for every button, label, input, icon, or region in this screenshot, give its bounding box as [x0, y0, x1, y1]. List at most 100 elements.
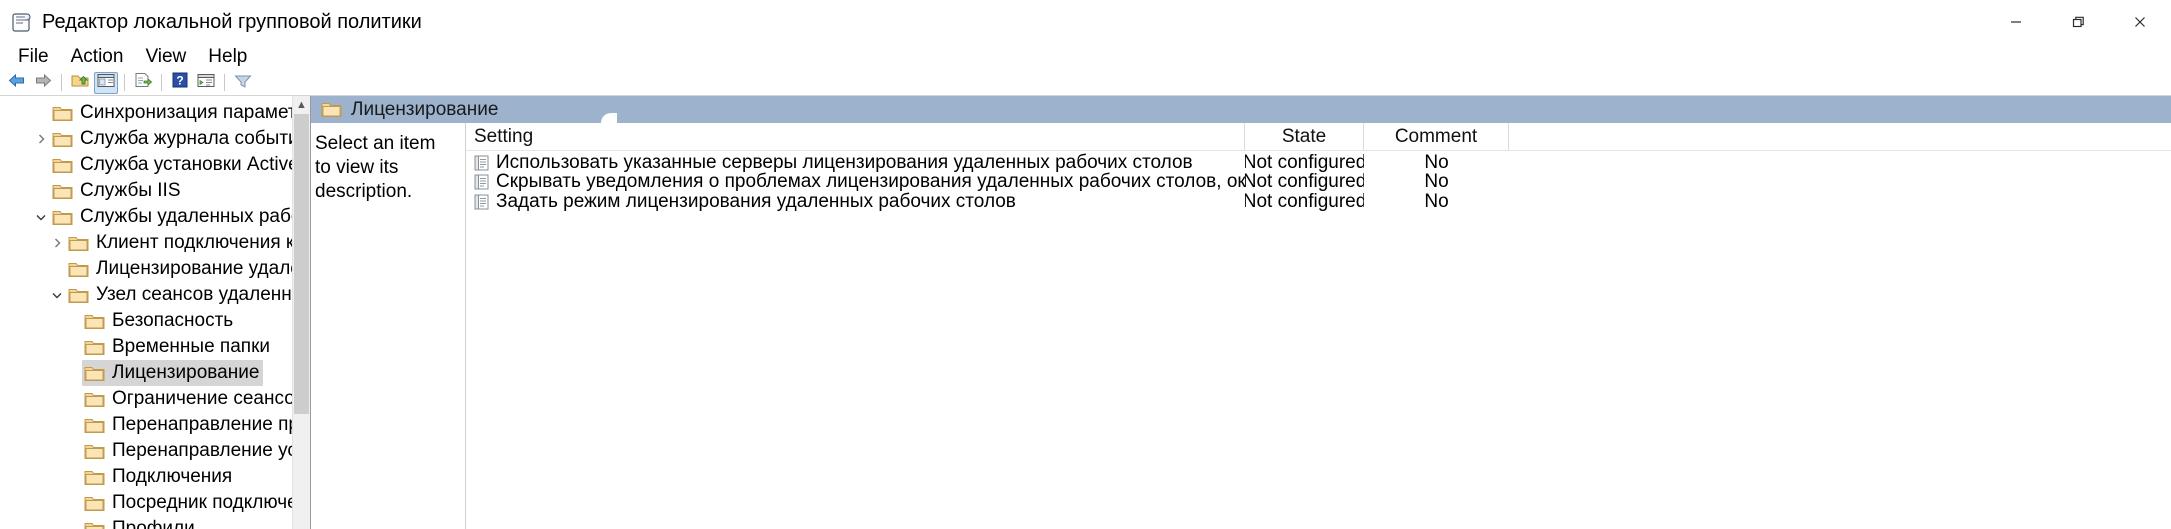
export-list-button[interactable] — [131, 72, 155, 94]
tree-item-content[interactable]: Клиент подключения к у — [66, 230, 310, 256]
menu-item-view[interactable]: View — [134, 44, 197, 70]
tree-item[interactable]: Синхронизация параметро — [0, 100, 310, 126]
tree-item[interactable]: Клиент подключения к у — [0, 230, 310, 256]
tree-item-content[interactable]: Лицензирование удален — [66, 256, 310, 282]
tree-item[interactable]: Ограничение сеансов — [0, 386, 310, 412]
tree-item[interactable]: Посредник подключе — [0, 490, 310, 516]
tree-item-content[interactable]: Ограничение сеансов — [82, 386, 309, 412]
tree-item[interactable]: Служба установки ActiveX — [0, 152, 310, 178]
tree-item-label: Перенаправление уст — [112, 440, 306, 461]
tree-item-content[interactable]: Узел сеансов удаленных — [66, 282, 310, 308]
close-button[interactable] — [2109, 0, 2171, 44]
show-hide-console-tree-button[interactable] — [94, 71, 118, 94]
description-pane: Select an item to view its description. — [311, 123, 466, 529]
menu-item-help[interactable]: Help — [197, 44, 258, 70]
tree-item[interactable]: Подключения — [0, 464, 310, 490]
tree-item[interactable]: Службы удаленных рабочи — [0, 204, 310, 230]
list-header: Setting State Comment — [466, 123, 2171, 151]
chevron-down-icon[interactable] — [48, 291, 66, 300]
tree-item-content[interactable]: Безопасность — [82, 308, 237, 334]
help-button[interactable]: ? — [168, 72, 192, 94]
cell-state: Not configured — [1245, 190, 1364, 212]
tree-item-label: Безопасность — [112, 310, 234, 331]
column-header-state[interactable]: State — [1245, 123, 1364, 150]
tree-item-content[interactable]: Профили — [82, 516, 199, 529]
toolbar-separator — [161, 74, 162, 91]
cell-comment: No — [1424, 190, 1449, 212]
toolbar-separator — [124, 74, 125, 91]
tree-item-label: Служба установки ActiveX — [80, 154, 311, 175]
chevron-right-icon[interactable] — [48, 237, 66, 249]
tree-item-content[interactable]: Перенаправление уст — [82, 438, 310, 464]
folder-icon — [52, 209, 73, 226]
filter-button[interactable] — [231, 72, 255, 94]
tree-item-content[interactable]: Перенаправление при — [82, 412, 310, 438]
chevron-down-icon[interactable] — [32, 213, 50, 222]
table-row[interactable]: Скрывать уведомления о проблемах лицензи… — [466, 171, 2171, 192]
tree-item[interactable]: Службы IIS — [0, 178, 310, 204]
results-banner: Лицензирование — [311, 96, 2171, 123]
menu-item-action[interactable]: Action — [60, 44, 135, 70]
tree-item-label: Лицензирование — [112, 362, 260, 383]
tree-item-label: Клиент подключения к у — [96, 232, 310, 253]
folder-icon — [321, 101, 342, 118]
show-hide-action-pane-button[interactable] — [194, 72, 218, 94]
folder-icon — [84, 313, 105, 330]
tree-item-content[interactable]: Службы удаленных рабочи — [50, 204, 311, 230]
scrollbar-thumb[interactable] — [294, 114, 309, 414]
question-mark-icon: ? — [172, 72, 188, 94]
folder-icon — [84, 417, 105, 434]
svg-text:?: ? — [176, 73, 183, 87]
results-tab[interactable]: Лицензирование — [311, 96, 517, 123]
column-header-comment[interactable]: Comment — [1364, 123, 1509, 150]
tree-scrollbar[interactable]: ▲ — [292, 96, 310, 529]
tree-item[interactable]: Перенаправление при — [0, 412, 310, 438]
tree-item-content[interactable]: Временные папки — [82, 334, 274, 360]
tree-item-content[interactable]: Посредник подключе — [82, 490, 302, 516]
back-button[interactable] — [5, 72, 29, 94]
tree-item-content[interactable]: Службы IIS — [50, 178, 185, 204]
console-tree-pane: Синхронизация параметро Служба журнала со… — [0, 96, 311, 529]
table-row[interactable]: Задать режим лицензирования удаленных ра… — [466, 190, 2171, 212]
table-row[interactable]: Использовать указанные серверы лицензиро… — [466, 152, 2171, 173]
list-body: Использовать указанные серверы лицензиро… — [466, 151, 2171, 212]
title-bar: Редактор локальной групповой политики — [0, 0, 2171, 44]
tree-item-label: Служба журнала событий — [80, 128, 310, 149]
tree-item[interactable]: Лицензирование — [0, 360, 310, 386]
column-header-setting[interactable]: Setting — [466, 123, 1245, 150]
folder-icon — [84, 469, 105, 486]
folder-icon — [68, 235, 89, 252]
console-tree-icon — [97, 72, 115, 94]
tree-item[interactable]: Безопасность — [0, 308, 310, 334]
tree-item-content[interactable]: Служба установки ActiveX — [50, 152, 311, 178]
tree-item-content[interactable]: Служба журнала событий — [50, 126, 310, 152]
setting-name: Задать режим лицензирования удаленных ра… — [496, 190, 1016, 212]
tree-item[interactable]: Временные папки — [0, 334, 310, 360]
settings-list: Setting State Comment Использовать указа… — [466, 123, 2171, 529]
tree-item-label: Службы удаленных рабочи — [80, 206, 311, 227]
up-one-level-button[interactable] — [68, 72, 92, 94]
policy-setting-icon — [474, 174, 489, 190]
chevron-right-icon[interactable] — [32, 133, 50, 145]
folder-icon — [68, 287, 89, 304]
maximize-restore-button[interactable] — [2047, 0, 2109, 44]
policy-setting-icon — [474, 155, 489, 171]
chevron-up-icon[interactable]: ▲ — [293, 96, 310, 114]
tree-item-content[interactable]: Синхронизация параметро — [50, 100, 310, 126]
tree-item-content[interactable]: Лицензирование — [82, 360, 264, 386]
tree-item[interactable]: Служба журнала событий — [0, 126, 310, 152]
folder-icon — [84, 495, 105, 512]
tree-item[interactable]: Перенаправление уст — [0, 438, 310, 464]
tab-curve — [601, 113, 617, 123]
forward-button[interactable] — [31, 72, 55, 94]
tree-item-label: Перенаправление при — [112, 414, 310, 435]
funnel-filter-icon — [234, 72, 252, 94]
toolbar-separator — [61, 74, 62, 91]
main-area: Синхронизация параметро Служба журнала со… — [0, 96, 2171, 529]
menu-item-file[interactable]: File — [7, 44, 60, 70]
tree-item[interactable]: Узел сеансов удаленных — [0, 282, 310, 308]
minimize-button[interactable] — [1985, 0, 2047, 44]
tree-item-content[interactable]: Подключения — [82, 464, 236, 490]
tree-item[interactable]: Профили — [0, 516, 310, 529]
tree-item[interactable]: Лицензирование удален — [0, 256, 310, 282]
